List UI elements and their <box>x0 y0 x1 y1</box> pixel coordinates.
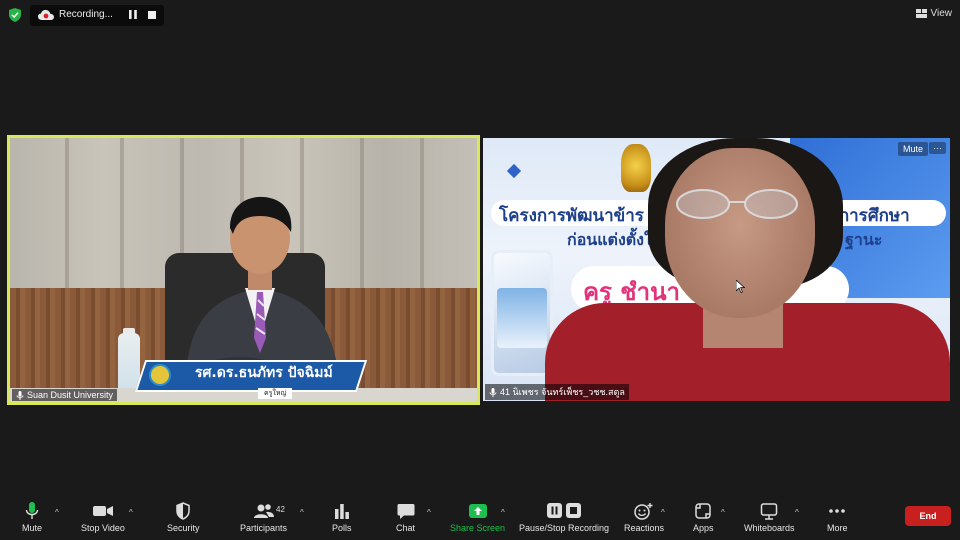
video-tile-active-speaker[interactable]: รศ.ดร.ธนภัทร ปัจฉิมม์ ครูใหญ่ Suan Dusit… <box>7 135 480 405</box>
pause-recording-icon[interactable] <box>129 10 137 19</box>
apps-icon <box>695 503 711 519</box>
share-screen-icon <box>468 504 487 518</box>
stop-recording-icon[interactable] <box>148 11 156 19</box>
pause-stop-recording-icon <box>547 503 582 518</box>
recording-label: Recording... <box>59 9 113 20</box>
pause-stop-recording-button[interactable]: Pause/Stop Recording <box>519 502 609 533</box>
view-label: View <box>930 8 953 19</box>
pause-stop-recording-label: Pause/Stop Recording <box>519 523 610 533</box>
reactions-smiley-icon <box>634 503 653 520</box>
top-bar: Recording... View <box>0 0 960 32</box>
polls-button[interactable]: Polls <box>332 502 352 533</box>
whiteboards-button[interactable]: Whiteboards <box>744 502 795 533</box>
chat-bubble-icon <box>397 504 414 519</box>
participant-more-button[interactable]: ··· <box>929 142 946 154</box>
banner-speaker-role: ครูใหญ่ <box>258 388 293 399</box>
apps-button[interactable]: Apps <box>693 502 714 533</box>
view-grid-icon <box>915 9 927 18</box>
shield-icon[interactable] <box>9 8 21 22</box>
share-screen-label: Share Screen <box>450 523 506 533</box>
participant-name-tag: Suan Dusit University <box>12 389 118 401</box>
mic-muted-icon <box>489 387 497 397</box>
recording-indicator: Recording... <box>30 5 164 26</box>
microphone-icon <box>25 502 39 519</box>
mute-options-caret[interactable]: ^ <box>55 508 59 517</box>
participant-name-tag: 41 นิเพชร จันทร์เพ็ชร_วชช.สตูล <box>485 384 629 400</box>
polls-bar-chart-icon <box>334 504 349 519</box>
phone-screen <box>497 288 547 348</box>
end-meeting-button[interactable]: End <box>905 506 951 526</box>
mouse-cursor-icon <box>736 280 745 293</box>
whiteboards-label: Whiteboards <box>744 523 795 533</box>
polls-label: Polls <box>332 523 352 533</box>
chat-options-caret[interactable]: ^ <box>427 508 431 517</box>
security-label: Security <box>167 523 200 533</box>
stop-video-button[interactable]: Stop Video <box>81 502 125 533</box>
participants-label: Participants <box>240 523 288 533</box>
more-button[interactable]: More <box>827 502 848 533</box>
meeting-toolbar: Mute ^ Stop Video ^ Security Participant… <box>0 496 960 540</box>
whiteboard-icon <box>761 503 778 520</box>
cloud-recording-icon <box>38 9 54 20</box>
reactions-options-caret[interactable]: ^ <box>661 508 665 517</box>
apps-options-caret[interactable]: ^ <box>721 508 725 517</box>
reactions-button[interactable]: Reactions <box>624 502 664 533</box>
mic-muted-icon <box>16 390 24 400</box>
slide-title-line1: โครงการพัฒนาข้าร <box>499 206 644 226</box>
participant-name: Suan Dusit University <box>27 390 114 400</box>
share-screen-button[interactable]: Share Screen <box>450 502 505 533</box>
video-tile-participant[interactable]: โครงการพัฒนาข้าร างการศึกษา ก่อนแต่งตั้ง… <box>483 138 950 401</box>
apps-label: Apps <box>693 523 714 533</box>
university-logo-icon <box>149 364 171 386</box>
mute-button[interactable]: Mute <box>22 502 42 533</box>
participant-name: 41 นิเพชร จันทร์เพ็ชร_วชช.สตูล <box>500 387 625 397</box>
participants-options-caret[interactable]: ^ <box>300 508 304 517</box>
participants-icon <box>253 504 274 518</box>
video-options-caret[interactable]: ^ <box>129 508 133 517</box>
emblem-icon <box>621 144 651 192</box>
share-options-caret[interactable]: ^ <box>501 508 505 517</box>
whiteboards-options-caret[interactable]: ^ <box>795 508 799 517</box>
slide-title-line2: ก่อนแต่งตั้งใ <box>567 230 652 249</box>
view-button[interactable]: View <box>915 8 953 19</box>
mute-label: Mute <box>22 523 43 533</box>
slide-title-line2-end: ฐานะ <box>845 230 883 249</box>
video-camera-icon <box>92 506 113 516</box>
participant-mute-button[interactable]: Mute <box>897 142 928 156</box>
participants-count: 42 <box>276 505 285 514</box>
security-shield-icon <box>176 502 190 520</box>
more-label: More <box>827 523 848 533</box>
speaker-person <box>175 196 340 388</box>
security-button[interactable]: Security <box>167 502 200 533</box>
chat-label: Chat <box>396 523 416 533</box>
glasses <box>676 189 798 219</box>
chat-button[interactable]: Chat <box>396 502 415 533</box>
banner-speaker-name: รศ.ดร.ธนภัทร ปัจฉิมม์ <box>195 365 333 381</box>
stop-video-label: Stop Video <box>81 523 125 533</box>
more-dots-icon <box>829 509 846 513</box>
reactions-label: Reactions <box>624 523 665 533</box>
